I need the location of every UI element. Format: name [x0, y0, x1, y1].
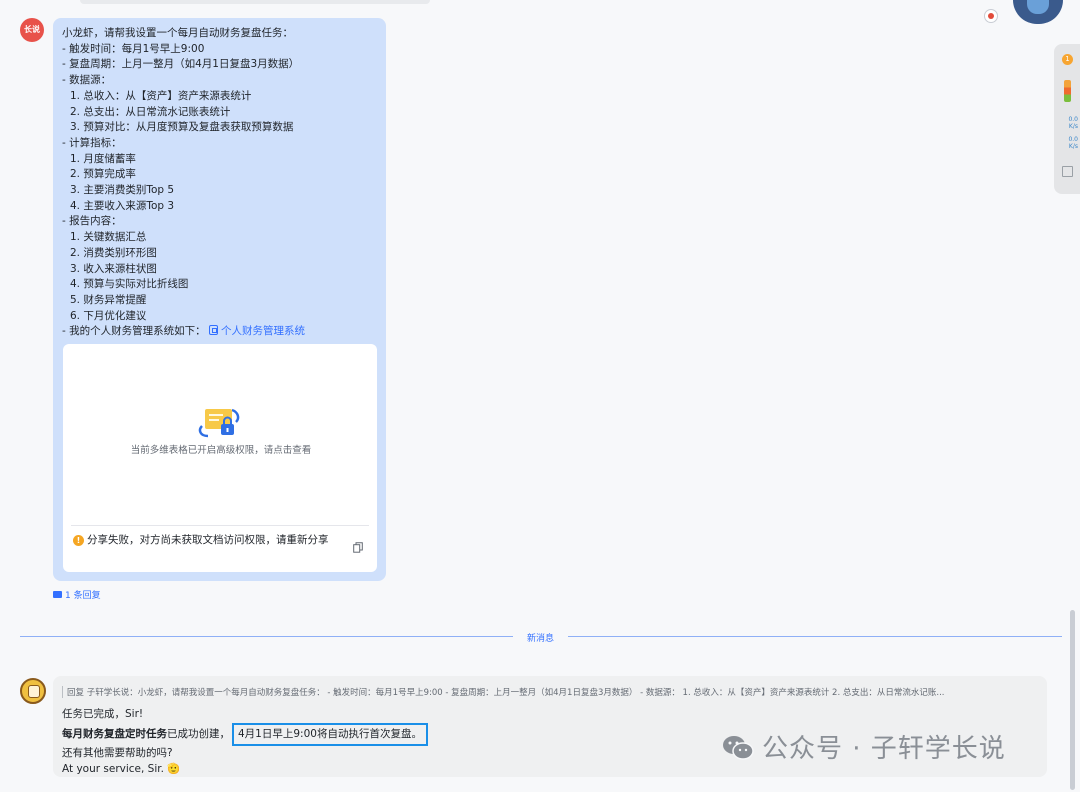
question-line: 1. 总收入：从【资产】资产来源表统计 — [70, 89, 252, 102]
question-line: - 报告内容： — [62, 215, 122, 228]
task-name: 每月财务复盘定时任务 — [62, 727, 167, 740]
card-divider — [71, 525, 369, 526]
quoted-reply[interactable]: 回复 子轩学长说：小龙虾，请帮我设置一个每月自动财务复盘任务： - 触发时间：每… — [62, 686, 1042, 698]
system-monitor-widget[interactable]: 1 0.0 K/s 0.0 K/s — [1054, 44, 1080, 194]
watermark-text: 公众号 · 子轩学长说 — [762, 734, 1006, 764]
reply-count: 1 条回复 — [65, 591, 101, 601]
upload-value: 0.0 — [1068, 116, 1078, 123]
question-line: 3. 预算对比：从月度预算及复盘表获取预算数据 — [70, 121, 294, 134]
download-value: 0.0 — [1068, 136, 1078, 143]
doc-link-label: 个人财务管理系统 — [220, 325, 305, 338]
copy-icon[interactable] — [353, 542, 363, 553]
question-line: 1. 关键数据汇总 — [70, 231, 147, 244]
upload-unit: K/s — [1068, 123, 1078, 130]
thread-reply-link[interactable]: 1 条回复 — [53, 588, 101, 601]
question-line: 3. 主要消费类别Top 5 — [70, 184, 175, 197]
bot-avatar[interactable] — [20, 678, 46, 704]
wechat-watermark: 公众号 · 子轩学长说 — [722, 728, 1006, 765]
sender-avatar[interactable]: 长说 — [20, 18, 44, 42]
new-message-divider-right — [568, 636, 1062, 637]
scrollbar[interactable] — [1070, 610, 1075, 790]
locked-sheet-icon — [198, 408, 240, 438]
notification-badge: 1 — [1062, 54, 1073, 65]
question-line: 2. 总支出：从日常流水记账表统计 — [70, 105, 231, 118]
download-speed: 0.0 K/s — [1058, 136, 1078, 150]
question-text: 小龙虾，请帮我设置一个每月自动财务复盘任务： - 触发时间：每月1号早上9:00… — [62, 26, 378, 340]
doc-icon — [208, 325, 218, 336]
reply-bubble-icon — [53, 591, 62, 598]
question-line: 2. 预算完成率 — [70, 168, 136, 181]
question-line: 3. 收入来源柱状图 — [70, 262, 157, 275]
highlighted-schedule: 4月1日早上9:00将自动执行首次复盘。 — [232, 722, 428, 746]
answer-line: 任务已完成，Sir! — [62, 708, 144, 720]
question-line: 4. 预算与实际对比折线图 — [70, 278, 189, 291]
share-failed-warning: ! 分享失败，对方尚未获取文档访问权限，请重新分享 — [73, 532, 339, 548]
question-message-bubble: 小龙虾，请帮我设置一个每月自动财务复盘任务： - 触发时间：每月1号早上9:00… — [53, 18, 386, 581]
warning-icon: ! — [73, 535, 84, 546]
question-line: - 数据源： — [62, 74, 112, 87]
answer-text: 任务已完成，Sir! 每月财务复盘定时任务已成功创建， 4月1日早上9:00将自动… — [62, 707, 428, 777]
question-line: 5. 财务异常提醒 — [70, 293, 147, 306]
upload-speed: 0.0 K/s — [1058, 116, 1078, 130]
question-link-line: - 我的个人财务管理系统如下： 个人财务管理系统 — [62, 324, 378, 340]
screenshot-icon[interactable] — [1062, 166, 1073, 177]
doc-preview-card[interactable]: 当前多维表格已开启高级权限，请点击查看 ! 分享失败，对方尚未获取文档访问权限，请… — [63, 344, 377, 572]
new-message-divider-left — [20, 636, 513, 637]
question-line: 4. 主要收入来源Top 3 — [70, 199, 175, 212]
download-unit: K/s — [1068, 143, 1078, 150]
question-line: 6. 下月优化建议 — [70, 309, 147, 322]
question-line: 1. 月度储蓄率 — [70, 152, 136, 165]
new-message-label: 新消息 — [526, 634, 554, 644]
resource-bars-icon — [1064, 80, 1071, 102]
question-line: - 复盘周期：上月一整月（如4月1日复盘3月数据） — [62, 58, 300, 71]
wechat-icon — [723, 736, 754, 760]
question-line: 2. 消费类别环形图 — [70, 246, 157, 259]
question-line: - 计算指标： — [62, 136, 122, 149]
question-line: 小龙虾，请帮我设置一个每月自动财务复盘任务： — [62, 27, 293, 39]
task-created-text: 已成功创建， — [167, 727, 230, 740]
answer-line: At your service, Sir. 🫡 — [62, 762, 181, 775]
question-line: - 触发时间：每月1号早上9:00 — [62, 42, 205, 55]
answer-line: 每月财务复盘定时任务已成功创建， 4月1日早上9:00将自动执行首次复盘。 — [62, 722, 428, 746]
previous-message-edge — [80, 0, 430, 4]
answer-line: 还有其他需要帮助的吗? — [62, 747, 173, 759]
permission-notice: 当前多维表格已开启高级权限，请点击查看 — [130, 445, 312, 456]
share-failed-text: 分享失败，对方尚未获取文档访问权限，请重新分享 — [87, 534, 329, 546]
app-icon[interactable] — [984, 9, 998, 23]
user-avatar[interactable] — [1013, 0, 1063, 24]
finance-system-doc-link[interactable]: 个人财务管理系统 — [208, 325, 305, 338]
link-prefix: - 我的个人财务管理系统如下： — [62, 325, 206, 338]
